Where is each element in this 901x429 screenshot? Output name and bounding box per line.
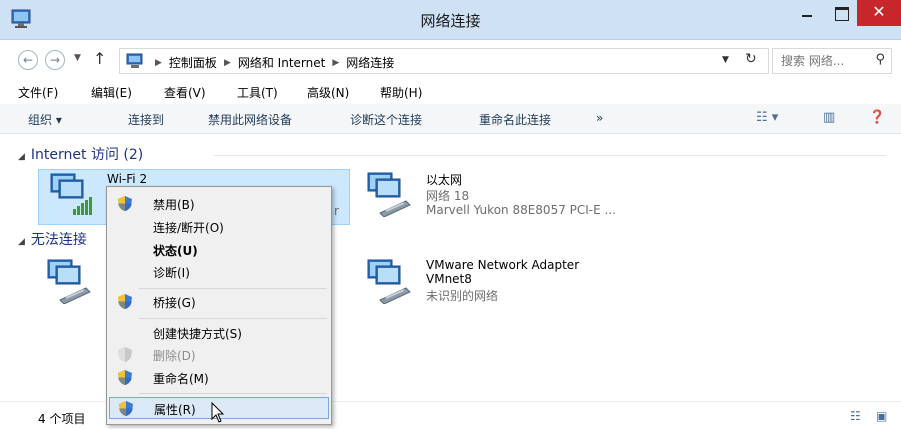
menu-item-connect-disconnect[interactable]: 连接/断开(O) <box>109 216 329 238</box>
menu-label: 诊断(I) <box>153 266 190 280</box>
breadcrumb-separator-icon[interactable]: ▶ <box>332 58 339 68</box>
command-bar: 组织 ▾ 连接到 禁用此网络设备 诊断这个连接 重命名此连接 » ☷ ▾ ▥ ❓ <box>0 104 901 134</box>
connection-name: VMware Network Adapter <box>426 258 580 272</box>
menu-label: 禁用(B) <box>153 198 195 212</box>
control-panel-icon <box>126 53 143 68</box>
breadcrumb-network-connections[interactable]: 网络连接 <box>346 54 394 71</box>
menu-item-delete[interactable]: 删除(D) <box>109 344 329 366</box>
search-icon[interactable]: ⚲ <box>875 52 885 67</box>
connection-name: Wi-Fi 2 <box>107 172 148 186</box>
window-title: 网络连接 <box>420 12 481 30</box>
group-header-internet[interactable]: ◢ Internet 访问 (2) <box>18 144 143 164</box>
menu-advanced[interactable]: 高级(N) <box>307 84 349 101</box>
uac-shield-icon <box>118 294 132 309</box>
maximize-button[interactable] <box>827 0 855 30</box>
menu-separator <box>139 318 327 319</box>
uac-shield-disabled-icon <box>118 347 132 362</box>
minimize-button[interactable] <box>793 0 821 30</box>
back-button[interactable]: ← <box>18 50 38 70</box>
context-menu: 禁用(B) 连接/断开(O) 状态(U) 诊断(I) 桥接(G) 创建快捷方式(… <box>106 186 332 425</box>
menu-label: 创建快捷方式(S) <box>153 327 242 341</box>
forward-arrow-icon: → <box>49 53 61 67</box>
item-count: 4 个项目 <box>38 412 86 426</box>
close-icon: ✕ <box>872 2 886 21</box>
help-icon[interactable]: ❓ <box>869 110 885 125</box>
menu-tools[interactable]: 工具(T) <box>237 84 278 101</box>
connection-name: 以太网 <box>426 173 463 187</box>
menu-edit[interactable]: 编辑(E) <box>91 84 132 101</box>
uac-shield-icon <box>119 401 133 416</box>
collapse-triangle-icon[interactable]: ◢ <box>18 237 25 247</box>
uac-shield-icon <box>118 196 132 211</box>
forward-button[interactable]: → <box>45 50 65 70</box>
organize-button[interactable]: 组织 ▾ <box>28 111 62 128</box>
connection-network: 网络 18 <box>426 189 470 203</box>
refresh-icon[interactable]: ↻ <box>745 51 757 67</box>
menu-item-diagnose[interactable]: 诊断(I) <box>109 261 329 283</box>
group-divider <box>214 155 886 156</box>
collapse-triangle-icon[interactable]: ◢ <box>18 152 25 162</box>
rename-connection-button[interactable]: 重命名此连接 <box>479 111 551 128</box>
more-commands-button[interactable]: » <box>596 111 603 125</box>
menu-help[interactable]: 帮助(H) <box>380 84 422 101</box>
diagnose-connection-button[interactable]: 诊断这个连接 <box>350 111 422 128</box>
menu-item-rename[interactable]: 重命名(M) <box>109 367 329 389</box>
menu-label: 删除(D) <box>153 349 196 363</box>
ethernet-adapter-icon <box>367 172 411 217</box>
address-box[interactable]: ▶ 控制面板 ▶ 网络和 Internet ▶ 网络连接 ▼ ↻ <box>119 48 769 74</box>
menu-bar: 文件(F) 编辑(E) 查看(V) 工具(T) 高级(N) 帮助(H) <box>0 80 901 104</box>
connection-item-ethernet[interactable]: 以太网 网络 18 Marvell Yukon 88E8057 PCI-E ..… <box>358 169 670 225</box>
menu-label: 连接/断开(O) <box>153 221 224 235</box>
disable-device-button[interactable]: 禁用此网络设备 <box>208 111 292 128</box>
group-header-unidentified[interactable]: ◢ 无法连接 <box>18 229 87 249</box>
search-input[interactable] <box>781 52 871 70</box>
menu-item-disable[interactable]: 禁用(B) <box>109 193 329 215</box>
menu-view[interactable]: 查看(V) <box>164 84 206 101</box>
up-button[interactable]: ↑ <box>93 49 106 68</box>
connection-item-vmnet8[interactable]: VMware Network Adapter VMnet8 未识别的网络 <box>358 256 670 312</box>
address-bar: ← → ▼ ↑ ▶ 控制面板 ▶ 网络和 Internet ▶ 网络连接 ▼ ↻… <box>0 40 901 80</box>
wifi-adapter-icon <box>50 173 92 215</box>
menu-separator <box>139 393 327 394</box>
menu-label: 状态(U) <box>153 244 198 258</box>
menu-item-status[interactable]: 状态(U) <box>109 239 329 261</box>
menu-item-bridge[interactable]: 桥接(G) <box>109 291 329 313</box>
address-history-chevron-icon[interactable]: ▼ <box>722 55 729 65</box>
menu-item-create-shortcut[interactable]: 创建快捷方式(S) <box>109 322 329 344</box>
search-box[interactable]: ⚲ <box>772 48 892 74</box>
details-view-icon[interactable]: ☷ <box>850 409 861 423</box>
ethernet-adapter-icon <box>367 259 411 304</box>
connection-status: 未识别的网络 <box>426 289 499 303</box>
uac-shield-icon <box>118 370 132 385</box>
menu-separator <box>139 288 327 289</box>
preview-pane-icon[interactable]: ▥ <box>823 110 835 125</box>
connect-to-button[interactable]: 连接到 <box>128 111 164 128</box>
ethernet-adapter-icon <box>47 259 91 304</box>
title-bar: 网络连接 ✕ <box>0 0 901 40</box>
breadcrumb: ▶ 控制面板 ▶ 网络和 Internet ▶ 网络连接 <box>148 54 394 71</box>
mouse-pointer-icon <box>211 402 225 423</box>
menu-file[interactable]: 文件(F) <box>18 84 58 101</box>
large-icons-view-icon[interactable]: ▣ <box>876 409 887 423</box>
breadcrumb-separator-icon: ▶ <box>155 57 162 68</box>
connection-name-line2: VMnet8 <box>426 272 472 286</box>
menu-label: 重命名(M) <box>153 372 209 386</box>
menu-label: 属性(R) <box>154 403 196 417</box>
breadcrumb-control-panel[interactable]: 控制面板 <box>169 54 217 71</box>
recent-locations-chevron-icon[interactable]: ▼ <box>74 53 81 63</box>
change-view-icon[interactable]: ☷ ▾ <box>756 110 778 125</box>
menu-label: 桥接(G) <box>153 296 196 310</box>
connection-device: Marvell Yukon 88E8057 PCI-E ... <box>426 203 616 217</box>
breadcrumb-separator-icon[interactable]: ▶ <box>224 58 231 68</box>
close-button[interactable]: ✕ <box>857 0 901 26</box>
connection-detail-fragment: r <box>334 204 339 218</box>
back-arrow-icon: ← <box>22 53 34 67</box>
breadcrumb-network-internet[interactable]: 网络和 Internet <box>238 54 325 71</box>
